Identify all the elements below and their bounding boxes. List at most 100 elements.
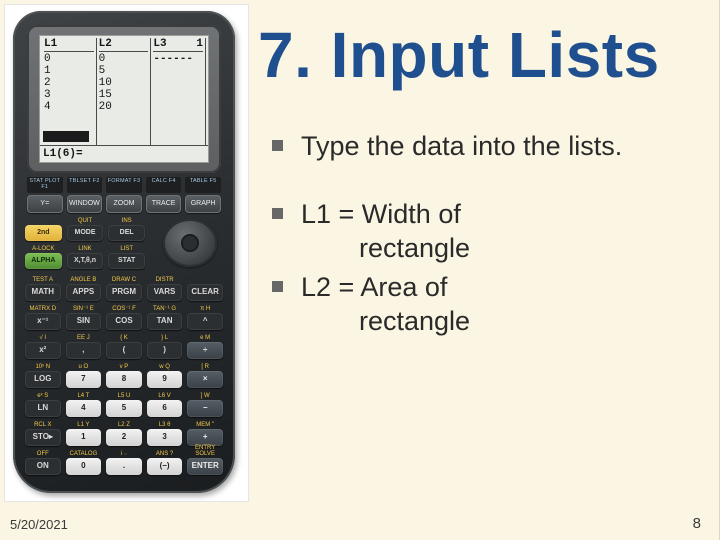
key-button: LOG: [25, 371, 61, 388]
key: eˣ SLN: [25, 393, 61, 417]
key-button: CLEAR: [187, 284, 223, 301]
key: [ R×: [187, 364, 223, 388]
key-button: LN: [25, 400, 61, 417]
key-superlabel: MEM ": [187, 422, 223, 428]
slide-title: 7. Input Lists: [258, 18, 711, 92]
key-row: A-LOCKALPHALINKX,T,θ,nLISTSTAT: [25, 247, 145, 269]
bullet-1: Type the data into the lists.: [272, 130, 691, 164]
key-button: ON: [25, 458, 61, 475]
key-button: 4: [66, 400, 102, 417]
key-superlabel: L5 U: [106, 393, 142, 399]
dpad-icon: [163, 219, 217, 267]
key: ANGLE BAPPS: [66, 277, 102, 301]
key-superlabel: L3 θ: [147, 422, 183, 428]
key-button: 6: [147, 400, 183, 417]
l1-values: 0 1 2 3 4: [44, 53, 94, 113]
key-superlabel: L4 T: [66, 393, 102, 399]
key: ANS ?(−): [147, 451, 183, 475]
key-button: MATH: [25, 284, 61, 301]
footer-page-number: 8: [693, 515, 701, 532]
bullet-2: L1 = Width of rectangle: [272, 198, 691, 266]
key: QUITMODE: [67, 218, 104, 241]
key-button: ÷: [187, 342, 223, 359]
key-superlabel: i ₋: [106, 451, 142, 457]
bullet-3-line2: rectangle: [301, 305, 470, 339]
bullet-list: Type the data into the lists. L1 = Width…: [272, 130, 691, 373]
key-button: (−): [147, 458, 183, 475]
key-button: 3: [147, 429, 183, 446]
key-superlabel: π H: [187, 306, 223, 312]
key-row: RCL XSTO▸L1 Y1L2 Z2L3 θ3MEM "+: [25, 422, 223, 446]
key-button: +: [187, 429, 223, 446]
key: u O7: [66, 364, 102, 388]
key-superlabel: MATRX D: [25, 306, 61, 312]
soft-label: TBLSET F2: [67, 177, 103, 193]
screen-frame: L1 0 1 2 3 4 L2 0 5 10 15 20 L3 1: [27, 25, 221, 173]
l3-values: ------: [153, 53, 203, 65]
key: TEST AMATH: [25, 277, 61, 301]
key-button: 9: [147, 371, 183, 388]
key: INSDEL: [108, 218, 145, 241]
key: DRAW CPRGM: [106, 277, 142, 301]
key-button: ENTER: [187, 458, 223, 475]
key: 2nd: [25, 224, 62, 241]
key-superlabel: LIST: [108, 246, 145, 252]
soft-label: STAT PLOT F1: [27, 177, 63, 193]
key-superlabel: LINK: [67, 246, 104, 252]
bullet-1-text: Type the data into the lists.: [301, 130, 622, 164]
key-superlabel: ENTRY SOLVE: [187, 445, 223, 457]
key-superlabel: eˣ S: [25, 393, 61, 399]
key-button: 5: [106, 400, 142, 417]
key-button: x⁻¹: [25, 313, 61, 330]
bullet-icon: [272, 208, 283, 219]
key-row: 2nd QUITMODEINSDEL: [25, 219, 145, 241]
key: e M÷: [187, 335, 223, 359]
key: DISTRVARS: [147, 277, 183, 301]
key: } L): [147, 335, 183, 359]
l3-corner: 1: [196, 38, 203, 50]
key: i ₋.: [106, 451, 142, 475]
key-superlabel: OFF: [25, 451, 61, 457]
key-button: ,: [66, 342, 102, 359]
key-button: 0: [66, 458, 102, 475]
key: π H^: [187, 306, 223, 330]
cursor-highlight: [43, 131, 89, 142]
key: L2 Z2: [106, 422, 142, 446]
key-superlabel: EE J: [66, 335, 102, 341]
soft-label-bar: STAT PLOT F1TBLSET F2FORMAT F3CALC F4TAB…: [27, 177, 221, 193]
key: L1 Y1: [66, 422, 102, 446]
key-superlabel: QUIT: [67, 218, 104, 224]
calculator-image: L1 0 1 2 3 4 L2 0 5 10 15 20 L3 1: [4, 4, 249, 502]
function-key: Y=: [27, 195, 63, 213]
function-key: WINDOW: [67, 195, 103, 213]
key-superlabel: L6 V: [147, 393, 183, 399]
function-key-row: Y=WINDOWZOOMTRACEGRAPH: [27, 195, 221, 213]
key: OFFON: [25, 451, 61, 475]
soft-label: CALC F4: [146, 177, 182, 193]
key-button: X,T,θ,n: [67, 253, 104, 269]
key-button: TAN: [147, 313, 183, 330]
key-button: ×: [187, 371, 223, 388]
key: v P8: [106, 364, 142, 388]
key: ENTRY SOLVEENTER: [187, 445, 223, 475]
bullet-3: L2 = Area of rectangle: [272, 271, 691, 339]
soft-label: FORMAT F3: [106, 177, 142, 193]
key-button: −: [187, 400, 223, 417]
key: A-LOCKALPHA: [25, 246, 62, 269]
key-button: APPS: [66, 284, 102, 301]
key: MEM "+: [187, 422, 223, 446]
key-button: VARS: [147, 284, 183, 301]
bullet-icon: [272, 281, 283, 292]
key-superlabel: ] W: [187, 393, 223, 399]
key-superlabel: DRAW C: [106, 277, 142, 283]
key: w Q9: [147, 364, 183, 388]
key-superlabel: w Q: [147, 364, 183, 370]
key: { K(: [106, 335, 142, 359]
key-row: TEST AMATHANGLE BAPPSDRAW CPRGMDISTRVARS…: [25, 277, 223, 301]
key: L4 T4: [66, 393, 102, 417]
list-col-l1: L1 0 1 2 3 4: [42, 38, 97, 145]
key-button: 8: [106, 371, 142, 388]
l3-header: L3: [153, 38, 166, 50]
key: CLEAR: [187, 283, 223, 301]
key-button: 7: [66, 371, 102, 388]
